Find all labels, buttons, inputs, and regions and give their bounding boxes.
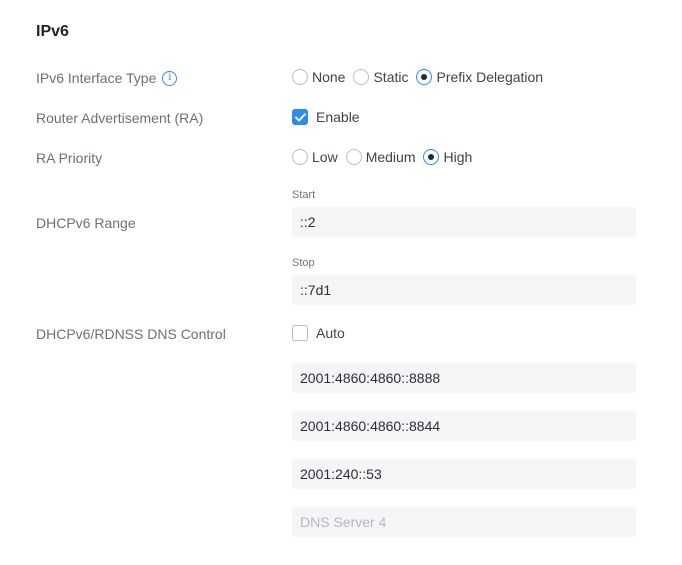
radio-button-static[interactable] bbox=[353, 69, 370, 85]
radio-label-low: Low bbox=[312, 149, 338, 165]
range-stop-label: Stop bbox=[292, 257, 315, 269]
radio-button-medium[interactable] bbox=[345, 149, 362, 165]
radio-label-none: None bbox=[312, 69, 346, 85]
ra-enable-checkbox-row[interactable]: Enable bbox=[292, 109, 360, 125]
range-stop-input[interactable] bbox=[292, 275, 636, 305]
radio-button-high[interactable] bbox=[423, 149, 440, 165]
section-title: IPv6 bbox=[36, 23, 69, 40]
range-start-label: Start bbox=[292, 189, 316, 201]
dns-auto-checkbox-row[interactable]: Auto bbox=[292, 325, 345, 341]
radio-option-static[interactable]: Static bbox=[353, 69, 408, 85]
dns-server-2-input[interactable] bbox=[292, 411, 636, 441]
range-start-input[interactable] bbox=[292, 207, 636, 237]
ipv6-interface-type-radio-group: None Static Prefix Delegation bbox=[292, 69, 551, 85]
router-advertisement-label: Router Advertisement (RA) bbox=[36, 110, 204, 126]
ipv6-interface-type-label: IPv6 Interface Type bbox=[36, 70, 157, 86]
radio-option-medium[interactable]: Medium bbox=[345, 149, 416, 165]
radio-label-prefix-delegation: Prefix Delegation bbox=[436, 69, 544, 85]
ra-priority-radio-group: Low Medium High bbox=[292, 149, 480, 165]
radio-button-prefix-delegation[interactable] bbox=[416, 69, 433, 85]
ipv6-interface-type-label-row: IPv6 Interface Type i bbox=[36, 70, 178, 87]
radio-button-none[interactable] bbox=[292, 69, 308, 85]
radio-label-static: Static bbox=[373, 69, 409, 85]
ra-enable-label: Enable bbox=[316, 109, 360, 125]
dns-server-3-input[interactable] bbox=[292, 459, 636, 489]
info-icon[interactable]: i bbox=[162, 70, 178, 86]
dns-auto-checkbox[interactable] bbox=[292, 325, 308, 341]
ra-priority-label: RA Priority bbox=[36, 150, 103, 166]
dhcpv6-range-label: DHCPv6 Range bbox=[36, 215, 136, 231]
radio-button-low[interactable] bbox=[292, 149, 308, 165]
ra-enable-checkbox[interactable] bbox=[292, 109, 308, 125]
radio-option-high[interactable]: High bbox=[423, 149, 472, 165]
checkmark-icon bbox=[294, 112, 306, 121]
dns-auto-label: Auto bbox=[316, 325, 345, 341]
dns-server-1-input[interactable] bbox=[292, 363, 636, 393]
radio-label-medium: Medium bbox=[365, 149, 416, 165]
radio-option-prefix-delegation[interactable]: Prefix Delegation bbox=[416, 69, 543, 85]
radio-option-none[interactable]: None bbox=[292, 69, 345, 85]
dns-control-label: DHCPv6/RDNSS DNS Control bbox=[36, 326, 226, 342]
dns-server-4-input[interactable] bbox=[292, 507, 636, 537]
radio-option-low[interactable]: Low bbox=[292, 149, 338, 165]
radio-label-high: High bbox=[443, 149, 473, 165]
